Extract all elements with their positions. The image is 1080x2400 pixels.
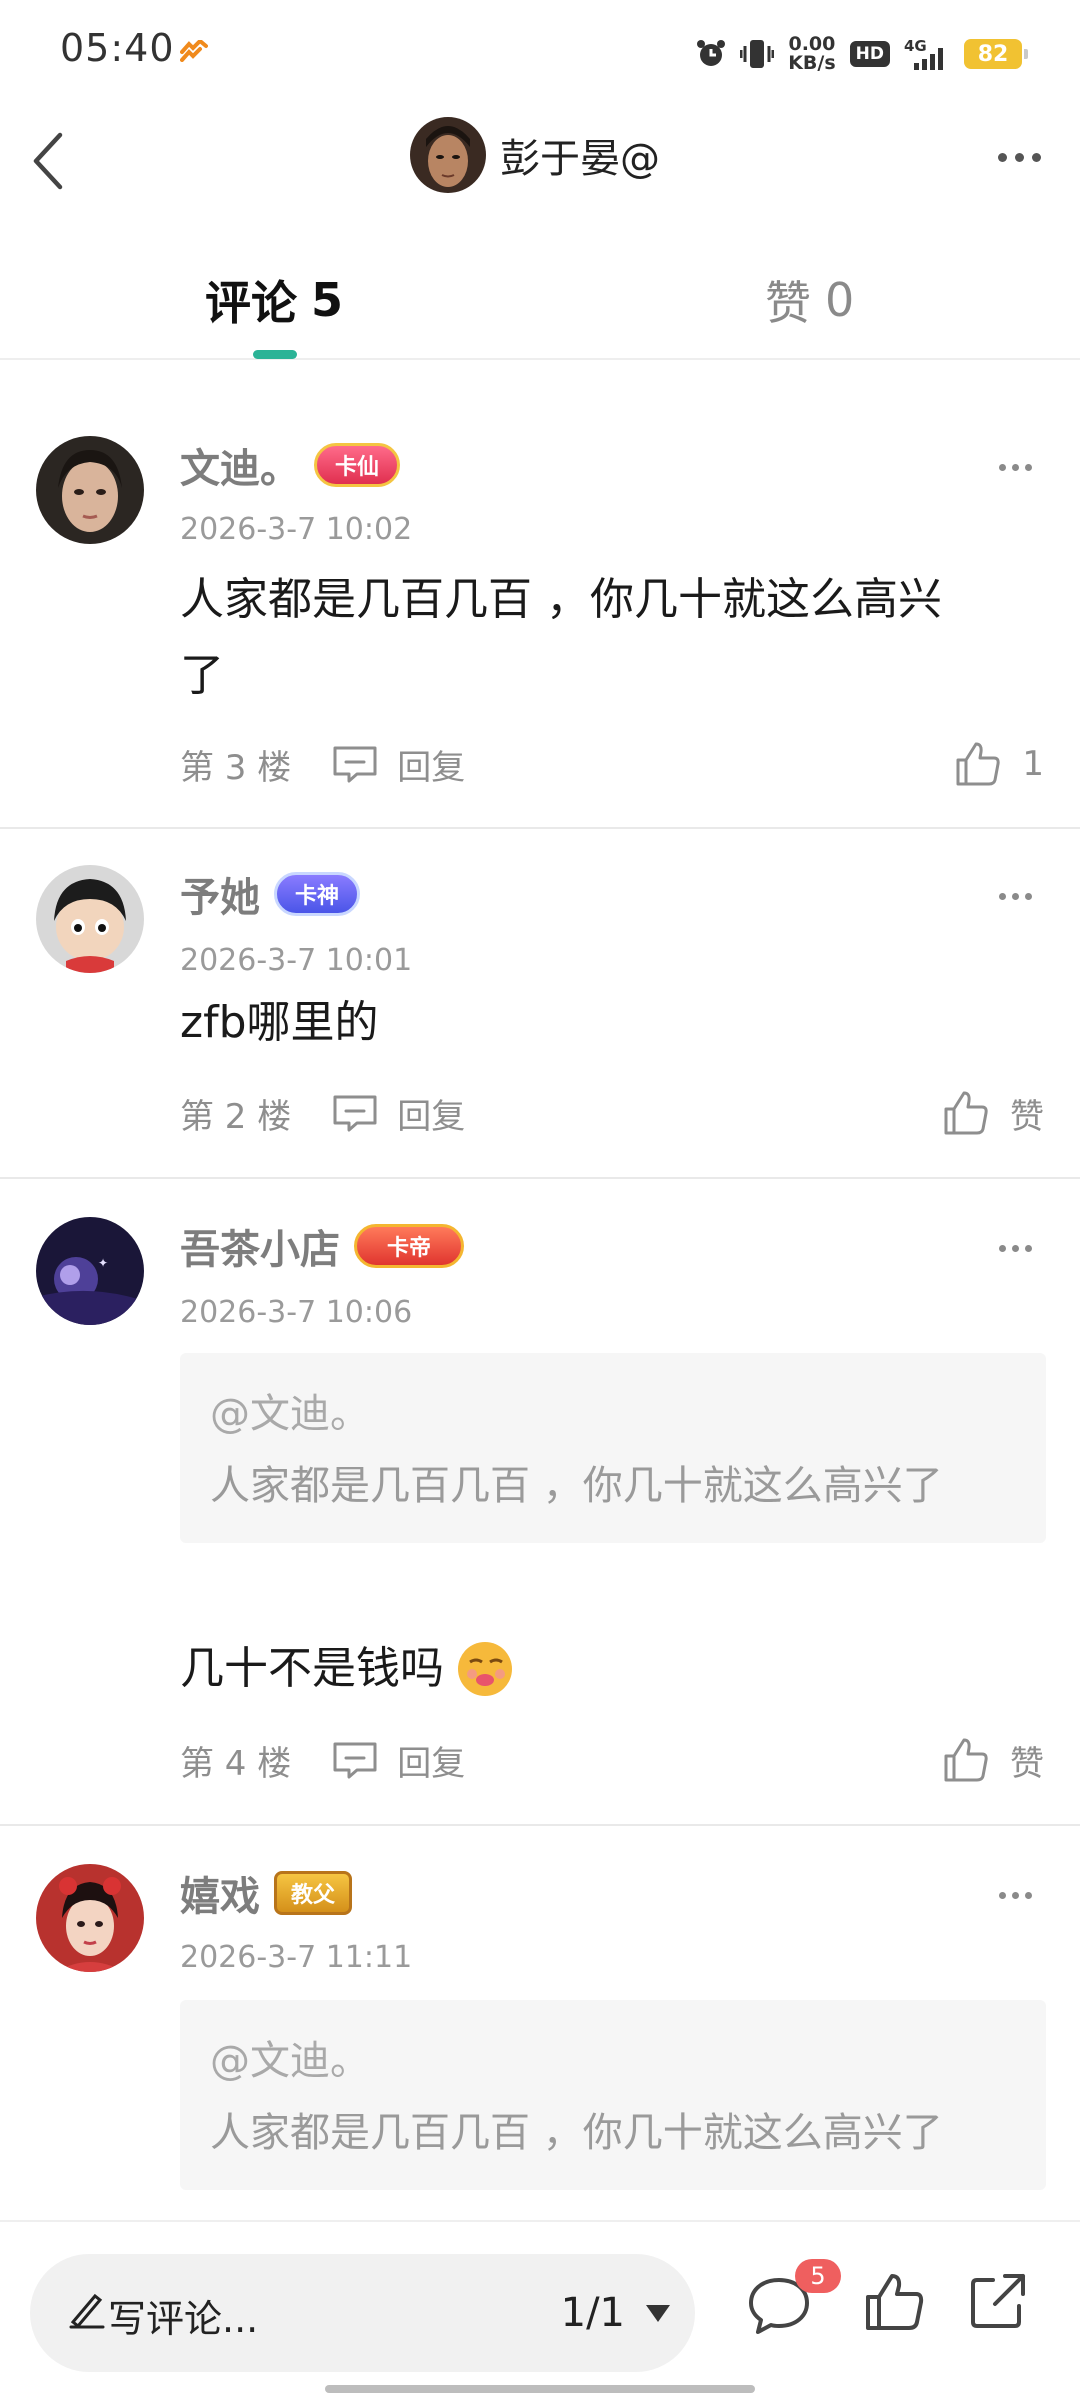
emoji-icon <box>458 1642 512 1696</box>
reply-icon <box>333 1742 377 1779</box>
comment-item: 予她 卡神 2026-3-7 10:01 zfb哪里的 第 2 楼 回复 赞 <box>0 829 1080 1179</box>
header-user[interactable]: 彭于晏@ <box>410 115 660 195</box>
username[interactable]: 文迪。 卡仙 <box>180 436 401 494</box>
thumbs-up-icon <box>944 1091 988 1135</box>
username[interactable]: 吾茶小店 卡帝 <box>180 1217 465 1275</box>
page-indicator[interactable]: 1/1 <box>561 2290 625 2336</box>
comment-time: 2026-3-7 10:01 <box>180 943 413 978</box>
signal-icon: 4G <box>904 37 943 70</box>
comment-text: 几十不是钱吗 <box>180 1631 1040 1707</box>
quote-text: 人家都是几百几百 ，你几十就这么高兴了 <box>210 1463 943 1509</box>
quote-mention: @文迪。 <box>210 1391 370 1437</box>
like-button[interactable]: 赞 <box>942 1736 1044 1785</box>
thumbs-up-icon <box>944 1738 988 1782</box>
status-time: 05:40 <box>60 26 175 70</box>
reply-icon <box>333 746 377 783</box>
avatar[interactable] <box>36 436 144 544</box>
comment-footer: 第 2 楼 回复 赞 <box>180 1083 1044 1143</box>
comment-time: 2026-3-7 11:11 <box>180 1940 413 1975</box>
comment-more-icon[interactable] <box>990 1233 1040 1263</box>
bottom-bar: 写评论... 1/1 5 <box>0 2220 1080 2400</box>
avatar[interactable] <box>36 1864 144 1972</box>
level-badge: 卡帝 <box>354 1224 465 1268</box>
network-speed: 0.00 KB/s <box>788 33 836 74</box>
quote-text: 人家都是几百几百 ，你几十就这么高兴了 <box>210 2110 943 2156</box>
comment-count-badge: 5 <box>795 2259 841 2293</box>
level-badge: 教父 <box>274 1871 353 1915</box>
avatar[interactable]: ✦ <box>36 1217 144 1325</box>
level-badge: 卡神 <box>274 872 361 916</box>
comment-text: 人家都是几百几百 ，你几十就这么高兴 了 <box>180 574 942 701</box>
comment-more-icon[interactable] <box>990 881 1040 911</box>
comment-footer: 第 4 楼 回复 赞 <box>180 1730 1044 1790</box>
floor-number: 第 2 楼 <box>180 1096 292 1137</box>
alarm-icon <box>697 40 726 66</box>
top-header: 彭于晏@ <box>0 105 1080 255</box>
back-icon[interactable] <box>22 123 92 193</box>
reply-button[interactable]: 回复 <box>331 1089 465 1138</box>
home-indicator[interactable] <box>325 2385 755 2393</box>
comment-item: ✦ 吾茶小店 卡帝 2026-3-7 10:06 @文迪。 人家都是几百几百 ，… <box>0 1179 1080 1826</box>
comment-text: zfb哪里的 <box>180 997 379 1048</box>
username[interactable]: 予她 卡神 <box>180 865 361 923</box>
svg-text:4G: 4G <box>904 37 927 55</box>
tab-likes[interactable]: 赞0 <box>765 267 854 333</box>
comment-more-icon[interactable] <box>990 452 1040 482</box>
quote-mention: @文迪。 <box>210 2038 370 2084</box>
header-title: 彭于晏@ <box>500 136 660 182</box>
comment-input-placeholder: 写评论... <box>108 2297 259 2341</box>
comment-item: 嬉戏 教父 2026-3-7 11:11 @文迪。 人家都是几百几百 ，你几十就… <box>0 1826 1080 2220</box>
svg-text:✦: ✦ <box>98 1256 108 1270</box>
username[interactable]: 嬉戏 教父 <box>180 1864 353 1922</box>
comment-time: 2026-3-7 10:02 <box>180 512 413 547</box>
dropdown-icon[interactable] <box>643 2300 673 2326</box>
avatar[interactable] <box>36 865 144 973</box>
tab-active-indicator <box>253 350 297 359</box>
thumbs-up-icon[interactable] <box>862 2270 926 2334</box>
hd-icon: HD <box>849 41 890 67</box>
header-avatar[interactable] <box>410 117 486 193</box>
tab-comments[interactable]: 评论 5 <box>205 267 343 333</box>
notification-icon <box>180 40 208 62</box>
vibrate-icon <box>740 40 775 68</box>
like-button[interactable]: 1 <box>954 740 1044 788</box>
floor-number: 第 4 楼 <box>180 1743 292 1784</box>
status-bar: 05:40 0.00 KB/s HD 4G 82 <box>0 0 1080 105</box>
level-badge: 卡仙 <box>314 443 401 487</box>
pen-icon <box>69 2293 105 2329</box>
floor-number: 第 3 楼 <box>180 747 292 788</box>
comment-footer: 第 3 楼 回复 1 <box>180 734 1044 794</box>
comment-more-icon[interactable] <box>990 1880 1040 1910</box>
comment-time: 2026-3-7 10:06 <box>180 1295 413 1330</box>
status-icons: 0.00 KB/s HD 4G 82 <box>696 28 1028 80</box>
thumbs-up-icon <box>956 742 1001 786</box>
reply-button[interactable]: 回复 <box>331 1736 465 1785</box>
reply-button[interactable]: 回复 <box>331 740 465 789</box>
comment-item: 文迪。 卡仙 2026-3-7 10:02 人家都是几百几百 ，你几十就这么高兴… <box>0 362 1080 829</box>
quoted-comment[interactable]: @文迪。 人家都是几百几百 ，你几十就这么高兴了 <box>180 2000 1046 2190</box>
more-options-icon[interactable] <box>984 127 1054 187</box>
share-icon[interactable] <box>965 2268 1029 2332</box>
battery-icon: 82 <box>964 39 1028 69</box>
reply-icon <box>333 1095 377 1132</box>
like-button[interactable]: 赞 <box>942 1089 1044 1138</box>
quoted-comment[interactable]: @文迪。 人家都是几百几百 ，你几十就这么高兴了 <box>180 1353 1046 1543</box>
comment-input[interactable]: 写评论... 1/1 <box>30 2254 695 2372</box>
tab-bar: 评论 5 赞0 <box>0 255 1080 360</box>
